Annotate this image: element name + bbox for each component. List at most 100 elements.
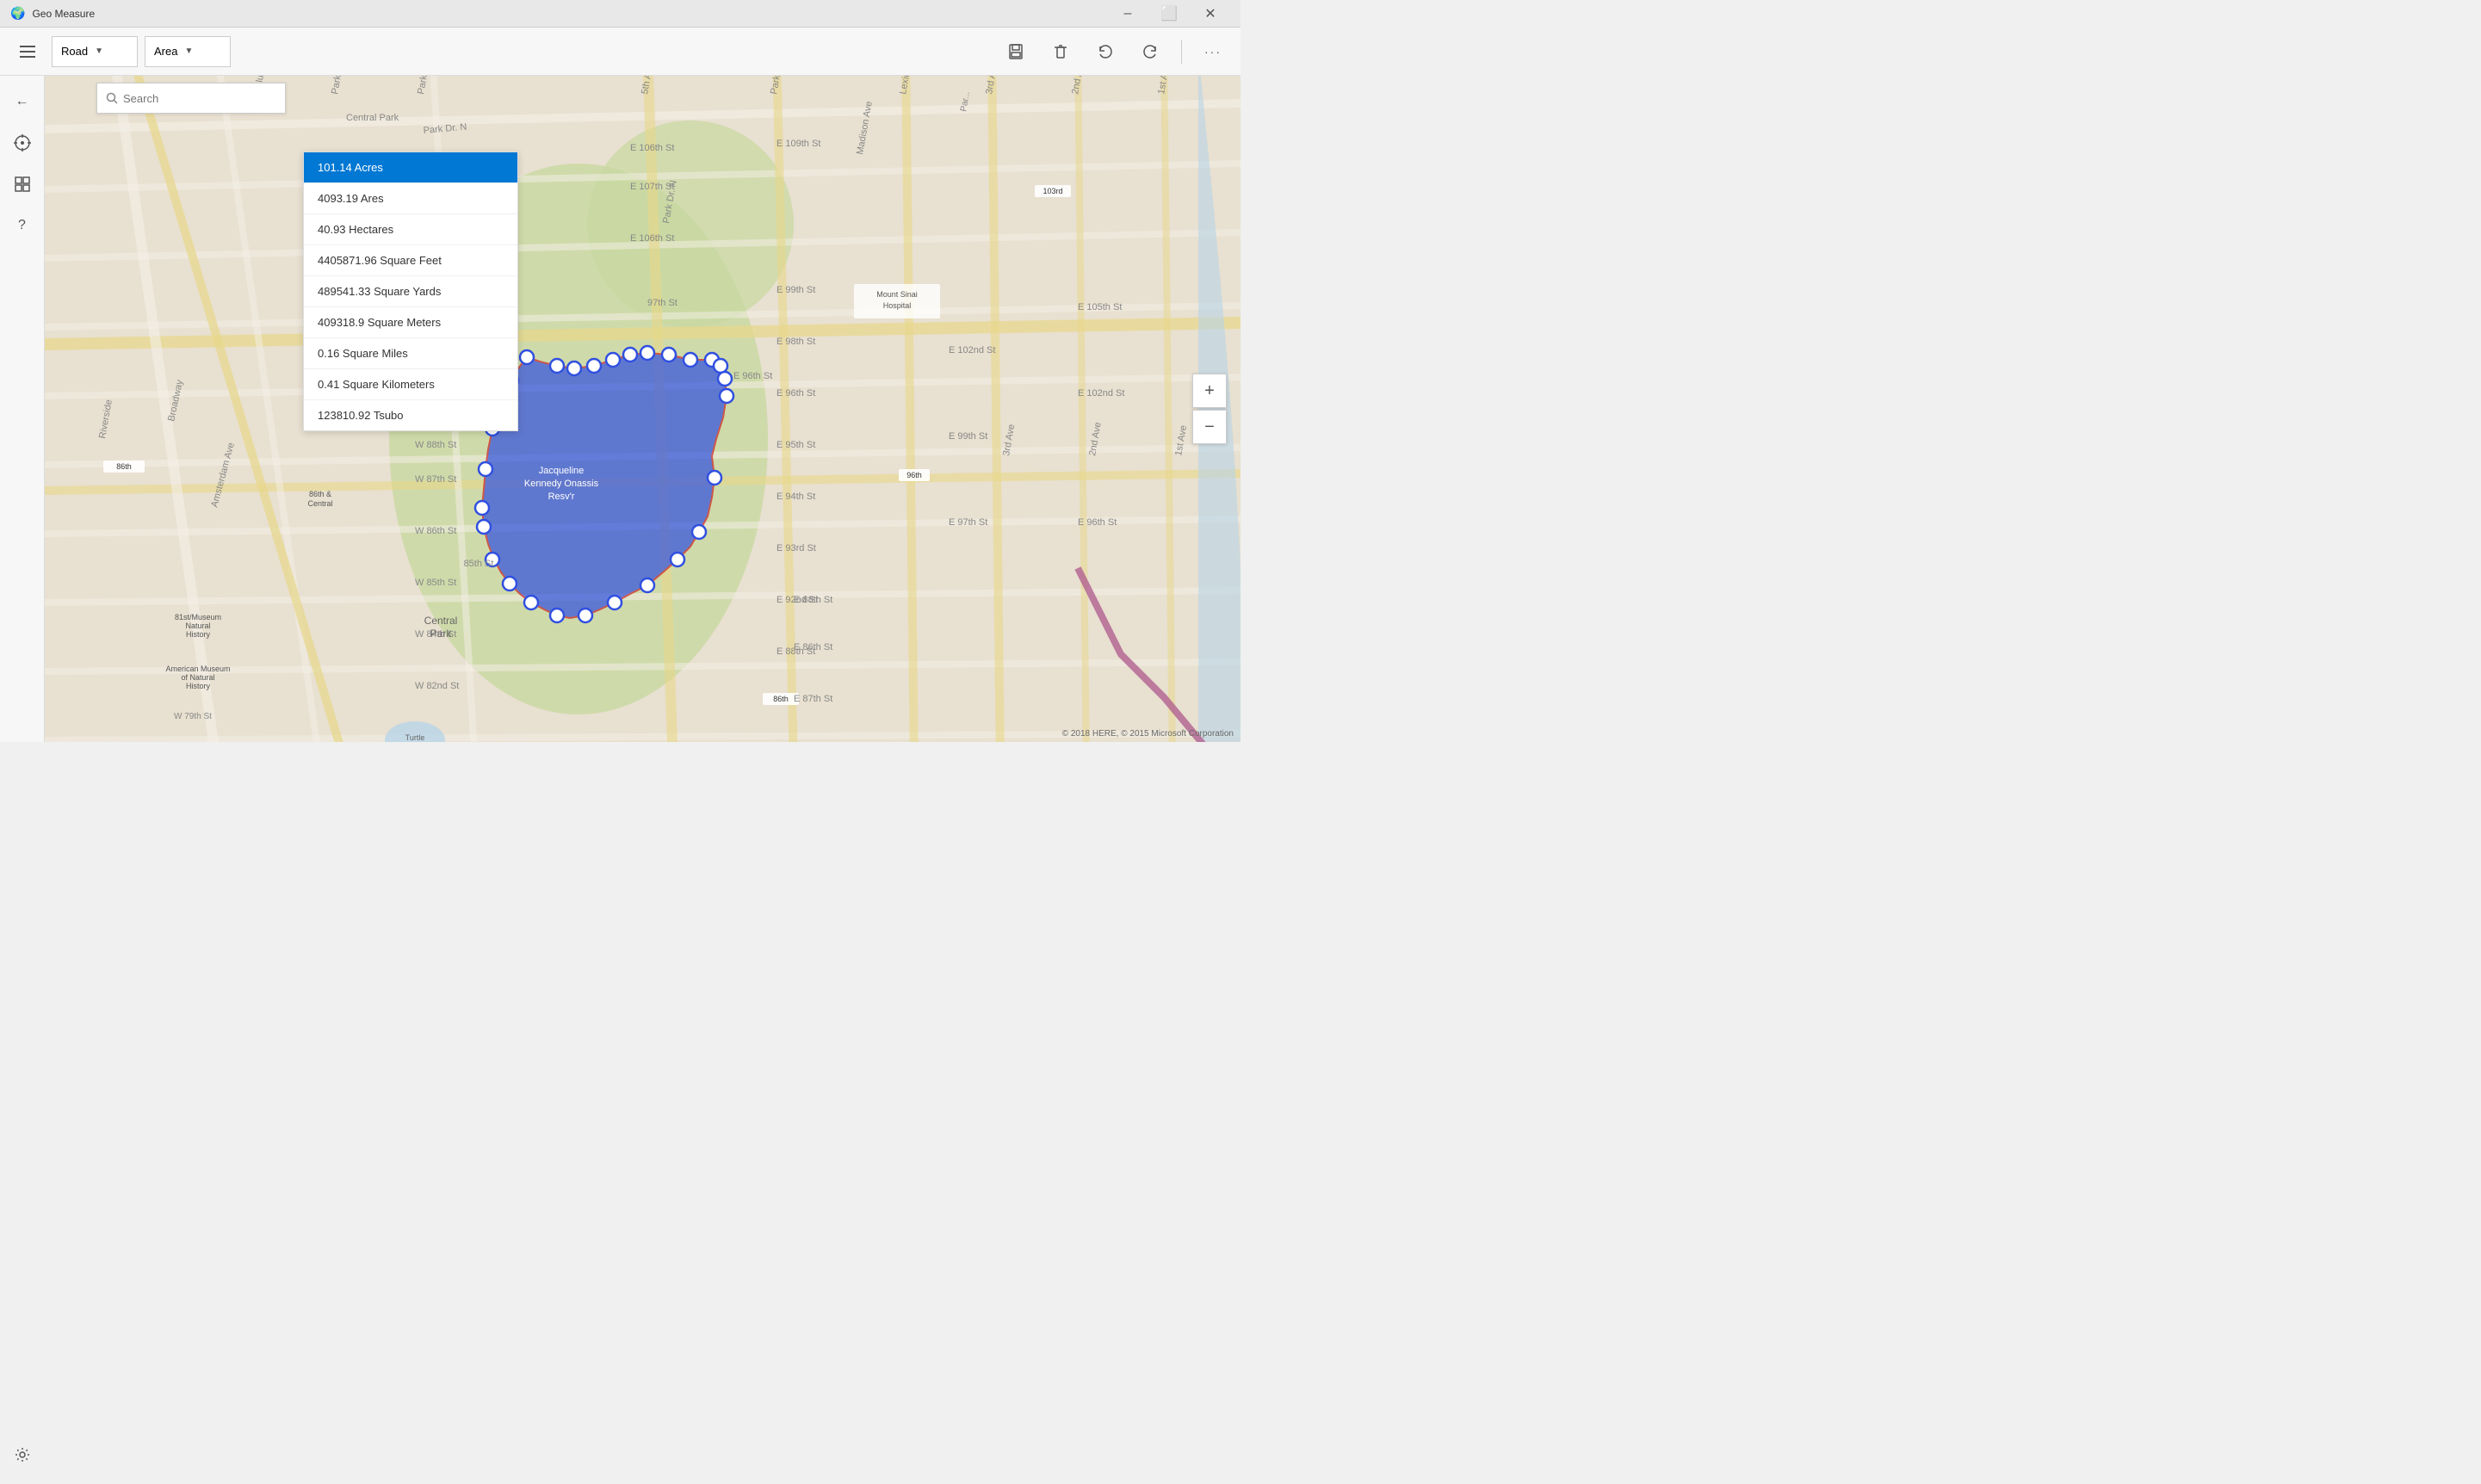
svg-text:W 88th St: W 88th St [415,440,456,450]
svg-text:W 86th St: W 86th St [415,526,456,536]
toolbar-divider [1181,40,1182,64]
svg-text:Kennedy Onassis: Kennedy Onassis [524,479,599,489]
app-container: Road ▼ Area ▼ [0,28,1240,742]
hamburger-button[interactable] [10,34,45,69]
maximize-button[interactable]: ⬜ [1149,0,1189,28]
search-box [96,83,286,114]
more-button[interactable]: ··· [1196,34,1230,69]
location-icon [13,133,32,152]
svg-text:E 106th St: E 106th St [630,233,674,244]
minimize-button[interactable]: – [1108,0,1148,28]
undo-icon [1097,43,1114,60]
settings-button[interactable] [3,1436,41,1474]
svg-text:81st/Museum: 81st/Museum [175,613,221,621]
svg-text:Central: Central [424,615,458,627]
measurement-item-0[interactable]: 101.14 Acres [304,152,517,183]
svg-text:E 102nd St: E 102nd St [1078,388,1124,399]
measurement-item-3[interactable]: 4405871.96 Square Feet [304,245,517,276]
svg-text:E 88th St: E 88th St [794,595,832,605]
svg-text:86th: 86th [773,695,789,703]
measure-type-value: Area [154,45,177,58]
toolbar: Road ▼ Area ▼ [0,28,1240,76]
zoom-in-button[interactable]: + [1192,374,1227,408]
svg-text:E 87th St: E 87th St [794,694,832,704]
svg-text:Central Park: Central Park [346,113,399,123]
measurement-item-2[interactable]: 40.93 Hectares [304,214,517,245]
measurement-item-1[interactable]: 4093.19 Ares [304,183,517,214]
back-button[interactable]: ← [3,83,41,121]
svg-text:History: History [186,682,211,690]
toolbar-right: ··· [999,34,1230,69]
more-icon: ··· [1204,45,1222,59]
svg-text:E 93rd St: E 93rd St [776,543,816,553]
map-type-dropdown[interactable]: Road ▼ [52,36,138,67]
main-area: ← ? [0,76,1240,742]
measure-type-arrow: ▼ [184,46,193,56]
zoom-out-button[interactable]: − [1192,410,1227,444]
svg-text:96th: 96th [906,471,922,479]
redo-icon [1142,43,1159,60]
svg-text:Central: Central [307,499,332,508]
svg-text:W 87th St: W 87th St [415,474,456,485]
help-button[interactable]: ? [3,207,41,244]
back-icon: ← [15,94,29,109]
svg-text:Hospital: Hospital [883,301,912,310]
svg-text:E 99th St: E 99th St [776,285,815,295]
svg-text:of Natural: of Natural [181,673,214,682]
svg-text:W 82nd St: W 82nd St [415,681,459,691]
hamburger-line-3 [20,56,35,58]
measurement-item-5[interactable]: 409318.9 Square Meters [304,307,517,338]
svg-text:W 85th St: W 85th St [415,578,456,588]
svg-text:E 102nd St: E 102nd St [949,345,995,356]
undo-button[interactable] [1088,34,1123,69]
hamburger-line-1 [20,46,35,47]
svg-text:E 97th St: E 97th St [949,517,987,528]
svg-text:W 79th St: W 79th St [174,712,212,721]
close-button[interactable]: ✕ [1191,0,1230,28]
svg-text:E 95th St: E 95th St [776,440,815,450]
left-sidebar: ← ? [0,76,45,742]
svg-text:American Museum: American Museum [165,665,230,673]
svg-text:E 96th St: E 96th St [733,371,772,381]
svg-text:E 96th St: E 96th St [1078,517,1117,528]
map-type-arrow: ▼ [95,46,103,56]
hamburger-line-2 [20,51,35,53]
measurement-item-7[interactable]: 0.41 Square Kilometers [304,369,517,400]
svg-text:E 86th St: E 86th St [794,642,832,652]
svg-text:Park: Park [430,628,453,640]
svg-text:103rd: 103rd [1043,187,1062,195]
svg-text:Jacqueline: Jacqueline [539,466,585,476]
measurement-item-4[interactable]: 489541.33 Square Yards [304,276,517,307]
map-type-value: Road [61,45,88,58]
layers-button[interactable] [3,165,41,203]
svg-text:History: History [186,630,211,639]
delete-button[interactable] [1043,34,1078,69]
map-copyright: © 2018 HERE, © 2015 Microsoft Corporatio… [1062,729,1234,739]
svg-text:E 99th St: E 99th St [949,431,987,442]
measure-type-dropdown[interactable]: Area ▼ [145,36,231,67]
svg-text:E 96th St: E 96th St [776,388,815,399]
help-icon: ? [18,218,26,233]
redo-button[interactable] [1133,34,1167,69]
map-container[interactable]: Park Dr. N Central Park E 106th St E 109… [45,76,1240,742]
app-icon: 🌍 [10,6,25,21]
svg-text:E 106th St: E 106th St [630,143,674,153]
svg-text:E 94th St: E 94th St [776,492,815,502]
layers-icon [13,175,32,194]
svg-text:85th St: 85th St [464,559,494,569]
app-title: Geo Measure [32,8,95,20]
title-bar: 🌍 Geo Measure – ⬜ ✕ [0,0,1240,28]
trash-icon [1052,43,1069,60]
measurement-item-8[interactable]: 123810.92 Tsubo [304,400,517,430]
measurement-item-6[interactable]: 0.16 Square Miles [304,338,517,369]
location-button[interactable] [3,124,41,162]
save-button[interactable] [999,34,1033,69]
search-input[interactable] [123,92,276,105]
svg-text:86th: 86th [116,462,132,471]
zoom-controls: + − [1192,374,1227,444]
map-svg: Park Dr. N Central Park E 106th St E 109… [45,76,1240,742]
svg-text:Mount Sinai: Mount Sinai [876,290,918,299]
save-icon [1007,43,1024,60]
svg-text:E 109th St: E 109th St [776,139,820,149]
svg-text:Turtle: Turtle [405,733,425,742]
